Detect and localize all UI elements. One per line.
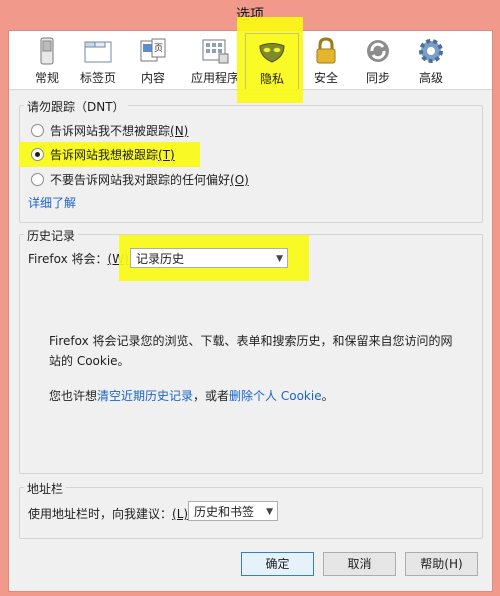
chevron-down-icon: ▼ (276, 254, 283, 264)
clear-history-sentence: 您也许想清空近期历史记录，或者删除个人 Cookie。 (49, 389, 334, 403)
radio-button-checked[interactable] (31, 148, 44, 161)
tab-sync[interactable]: 同步 (352, 33, 404, 87)
tab-sync-label: 同步 (365, 71, 390, 85)
location-bar-suggest-select[interactable]: 历史和书签 ▼ (188, 501, 278, 521)
ok-button[interactable]: 确定 (241, 552, 314, 576)
tab-privacy[interactable]: 隐私 (245, 33, 299, 89)
tab-content-label: 内容 (140, 71, 165, 85)
help-button[interactable]: 帮助(H) (405, 552, 478, 576)
chevron-down-icon: ▼ (266, 507, 273, 517)
padlock-icon (316, 37, 336, 64)
tab-advanced-label: 高级 (418, 71, 443, 85)
tab-security[interactable]: 安全 (300, 33, 352, 87)
tabs-window-icon (84, 41, 112, 63)
history-description: Firefox 将会记录您的浏览、下载、表单和搜索历史，和保留来自您访问的网站的… (49, 334, 453, 368)
dnt-group-title: 请勿跟踪（DNT） (24, 98, 128, 115)
tab-tabs[interactable]: 标签页 (72, 33, 124, 87)
firefox-will-label: Firefox 将会：(W) (28, 252, 129, 266)
learn-more-link[interactable]: 详细了解 (28, 194, 76, 211)
clear-recent-history-link[interactable]: 清空近期历史记录 (97, 389, 193, 403)
location-bar-suggest-label: 使用地址栏时，向我建议：(L) (28, 507, 189, 521)
tab-content[interactable]: 页 内容 (127, 33, 179, 87)
category-toolbar: 常规 标签页 页 内容 应用程序 隐私 安全 同步 高级 (9, 17, 492, 103)
tab-security-label: 安全 (313, 71, 338, 85)
history-group-title: 历史记录 (24, 227, 79, 244)
sync-icon (367, 40, 389, 62)
gear-icon (419, 39, 443, 63)
options-dialog: 常规 标签页 页 内容 应用程序 隐私 安全 同步 高级 请勿跟踪（DNT） 告… (8, 17, 493, 592)
dnt-option-track[interactable]: 告诉网站我想被跟踪(T) (31, 146, 175, 164)
dnt-option-no-track[interactable]: 告诉网站我不想被跟踪(N) (31, 122, 188, 140)
radio-button[interactable] (31, 124, 44, 137)
radio-button[interactable] (31, 173, 44, 186)
tab-privacy-label: 隐私 (259, 72, 284, 86)
delete-cookies-link[interactable]: 删除个人 Cookie (229, 389, 322, 403)
tab-general-label: 常规 (34, 71, 59, 85)
mask-icon (259, 43, 285, 63)
location-bar-group-title: 地址栏 (24, 480, 67, 497)
cancel-button[interactable]: 取消 (323, 552, 396, 576)
svg-text:页: 页 (154, 43, 163, 54)
history-mode-select[interactable]: 记录历史 ▼ (130, 248, 288, 268)
applications-icon (202, 39, 229, 64)
content-page-icon: 页 (140, 38, 166, 62)
switch-icon (40, 37, 54, 65)
tab-tabs-label: 标签页 (79, 71, 116, 85)
tab-advanced[interactable]: 高级 (405, 33, 457, 87)
tab-general[interactable]: 常规 (21, 33, 73, 87)
dnt-option-no-preference[interactable]: 不要告诉网站我对跟踪的任何偏好(O) (31, 171, 249, 189)
